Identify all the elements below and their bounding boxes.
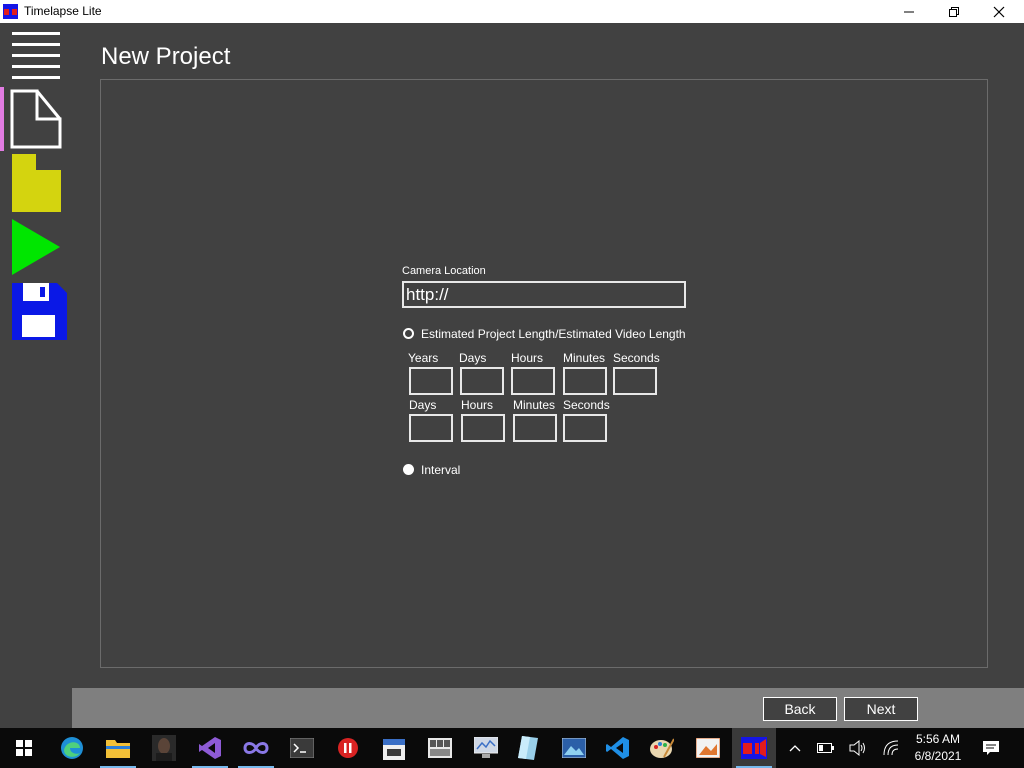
start-icon [16,740,32,756]
hamburger-menu-icon [12,32,60,79]
project-hours-label: Hours [511,351,544,365]
app-icon [3,4,18,19]
project-days-input[interactable] [460,367,504,395]
video-seconds-input[interactable] [563,414,607,442]
chevron-up-icon [789,745,801,752]
taskbar-infinity-app[interactable] [234,728,278,768]
edge-icon [61,737,83,759]
taskbar-vscode[interactable] [596,728,640,768]
taskbar: 5:56 AM 6/8/2021 [0,728,1024,768]
notification-icon [983,741,999,755]
open-project-button[interactable] [12,154,61,217]
camera-location-input[interactable] [402,281,686,308]
new-document-icon [10,89,62,149]
taskbar-paint[interactable] [640,728,684,768]
title-bar: Timelapse Lite [0,0,1024,23]
back-button[interactable]: Back [763,697,837,721]
video-hours-label: Hours [461,398,494,412]
terminal-icon [290,738,314,758]
close-icon [993,6,1005,17]
close-button[interactable] [976,0,1022,23]
image-viewer-icon [696,738,720,758]
menu-button[interactable] [12,32,60,85]
timelapse-lite-icon [741,737,767,759]
red-circle-app-icon [338,738,358,758]
taskbar-edge[interactable] [50,728,94,768]
taskbar-picture-app[interactable] [552,728,596,768]
taskbar-timelapse-lite[interactable] [732,728,776,768]
video-minutes-input[interactable] [513,414,557,442]
project-days-label: Days [459,351,487,365]
restore-icon [949,6,959,17]
project-years-input[interactable] [409,367,453,395]
vscode-icon [606,737,629,759]
run-button[interactable] [12,219,60,280]
length-option-label: Estimated Project Length/Estimated Video… [421,327,686,341]
glass-app-icon [518,736,538,760]
taskbar-calendar-app[interactable] [372,728,416,768]
battery-icon [817,743,834,753]
next-button[interactable]: Next [844,697,918,721]
paint-palette-icon [650,738,674,758]
volume-icon [849,740,865,756]
project-minutes-input[interactable] [563,367,607,395]
video-minutes-label: Minutes [513,398,556,412]
window-title: Timelapse Lite [24,4,102,18]
photo-icon [152,735,176,761]
minimize-icon [904,11,914,12]
taskbar-grid-app[interactable] [418,728,462,768]
calendar-app-icon [383,739,405,760]
save-button[interactable] [12,283,67,345]
grid-app-icon [428,738,452,758]
taskbar-terminal[interactable] [280,728,324,768]
monitor-app-icon [474,737,498,758]
infinity-app-icon [243,742,269,754]
folder-icon [12,154,61,212]
active-indicator [0,87,4,151]
taskbar-monitor-app[interactable] [464,728,508,768]
taskbar-visual-studio[interactable] [188,728,232,768]
project-years-label: Years [408,351,439,365]
notifications-button[interactable] [970,728,1012,768]
taskbar-glass-app[interactable] [506,728,550,768]
clock-date[interactable]: 6/8/2021 [906,749,970,763]
sidebar [0,23,72,728]
project-seconds-input[interactable] [613,367,657,395]
interval-option-label: Interval [421,463,461,477]
restore-button[interactable] [931,0,977,23]
file-explorer-icon [106,740,130,758]
page-title: New Project [101,43,231,70]
taskbar-photo[interactable] [142,728,186,768]
clock-time[interactable]: 5:56 AM [906,732,970,746]
play-icon [12,219,60,275]
visual-studio-icon [199,737,221,759]
minimize-button[interactable] [886,0,932,23]
taskbar-image-viewer[interactable] [686,728,730,768]
video-seconds-label: Seconds [563,398,610,412]
new-project-button[interactable] [10,89,62,154]
save-disk-icon [12,283,67,340]
video-hours-input[interactable] [461,414,505,442]
network-button[interactable] [871,728,911,768]
start-button[interactable] [2,728,46,768]
project-minutes-label: Minutes [563,351,606,365]
length-option-radio[interactable] [403,328,414,339]
video-days-input[interactable] [409,414,453,442]
project-seconds-label: Seconds [613,351,660,365]
taskbar-red-app[interactable] [326,728,370,768]
video-days-label: Days [409,398,437,412]
picture-app-icon [562,738,586,758]
camera-location-label: Camera Location [402,265,486,277]
project-hours-input[interactable] [511,367,555,395]
interval-option-radio[interactable] [403,464,414,475]
wifi-icon [883,740,899,756]
taskbar-file-explorer[interactable] [96,728,140,768]
